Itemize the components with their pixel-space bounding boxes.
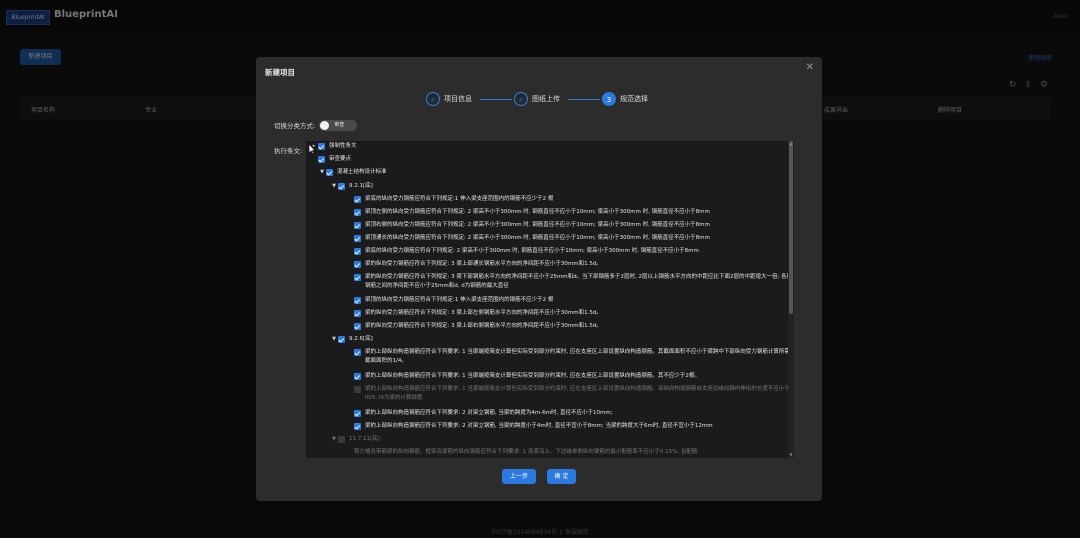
clause-item[interactable]: 梁顶通长的纵向受力钢筋应符合下列规定: 2 梁高不小于300mm 时, 钢筋直径… [354,234,710,243]
checkbox[interactable] [318,156,325,163]
step-project-info: ✓ 项目信息 [426,91,472,107]
tree-node[interactable]: ▼ 11.7.11[底] [330,435,380,444]
toggle-knob [320,120,330,130]
check-icon: ✓ [514,92,528,106]
step-standard-select: 3 规范选择 [602,91,648,107]
checkbox[interactable] [354,373,361,380]
clause-item[interactable]: 梁底的纵向受力钢筋应符合下列规定:1 伸入梁支座范围内的钢筋不应少于2 根 [354,195,553,204]
confirm-button[interactable]: 确 定 [547,469,576,484]
step-label: 规范选择 [620,95,648,103]
clause-text: 梁顶通长的纵向受力钢筋应符合下列规定: 2 梁高不小于300mm 时, 钢筋直径… [365,235,710,241]
node-label: 11.7.11[底] [349,436,380,442]
clause-text: 梁的纵向受力钢筋应符合下列规定: 3 梁上部左侧钢筋水平方向的净间距不应小于30… [365,310,602,316]
tree-node[interactable]: ▼ 9.2.1[底] [330,182,373,191]
clause-item[interactable]: 梁的上部纵向构造钢筋应符合下列要求: 1 当梁端按简支计算但实际受到部分约束时,… [354,348,794,366]
clause-text: 梁的上部纵向构造钢筋应符合下列要求: 1 当梁端按简支计算但实际受到部分约束时,… [365,373,700,379]
checkbox[interactable] [354,386,361,393]
checkbox[interactable] [338,336,345,343]
clause-item[interactable]: 梁的上部纵向构造钢筋应符合下列要求: 1 当梁端按简支计算但实际受到部分约束时,… [354,385,794,403]
checkbox[interactable] [338,436,345,443]
scrollbar[interactable] [788,141,794,458]
clause-item[interactable]: 梁的纵向受力钢筋应符合下列规定: 3 梁上部通长钢筋水平方向的净间距不应小于30… [354,260,602,269]
clause-text: 梁顶的纵向受力钢筋应符合下列规定:1 伸入梁支座范围内的钢筋不应少于2 根 [365,297,554,303]
checkbox[interactable] [354,222,361,229]
checkbox[interactable] [354,310,361,317]
previous-step-button[interactable]: 上一步 [502,469,536,484]
checkbox[interactable] [354,235,361,242]
checkbox[interactable] [354,349,361,356]
classification-toggle[interactable]: 审查 [319,119,358,131]
clause-text: 梁的上部纵向构造钢筋应符合下列要求: 1 当梁端按简支计算但实际受到部分约束时,… [365,349,790,364]
clause-item[interactable]: 梁的上部纵向构造钢筋应符合下列要求: 1 当梁端按简支计算但实际受到部分约束时,… [354,372,700,381]
clause-text: 梁的上部纵向构造钢筋应符合下列要求: 2 对架立钢筋, 当梁的跨度小于4m时, … [365,423,713,429]
tree-node[interactable]: 审查要点 [310,155,351,164]
clause-text: 梁的上部纵向构造钢筋应符合下列要求: 1 当梁端按简支计算但实际受到部分约束时,… [365,386,790,401]
checkbox[interactable] [326,169,333,176]
tree-node[interactable]: ▼ 9.2.6[底] [330,335,373,344]
checkbox[interactable] [354,274,361,281]
toggle-text: 审查 [334,121,345,128]
scroll-down-icon[interactable]: ▼ [788,452,794,458]
checkbox[interactable] [318,143,325,150]
clause-item[interactable]: 梁的上部纵向构造钢筋应符合下列要求: 2 对架立钢筋, 当梁的跨度小于4m时, … [354,422,713,431]
clause-item[interactable]: 梁顶左侧的纵向受力钢筋应符合下列规定: 2 梁高不小于300mm 时, 钢筋直径… [354,208,710,217]
checkbox[interactable] [354,423,361,430]
modal-title: 新建项目 [265,68,295,77]
checkbox[interactable] [354,323,361,330]
checkbox[interactable] [354,297,361,304]
exec-clauses-label: 执行条文: [274,147,303,155]
checkbox[interactable] [354,410,361,417]
checkbox[interactable] [354,209,361,216]
checkbox[interactable] [338,183,345,190]
node-label: 混凝土结构设计标准 [337,169,387,175]
node-label: 强制性条文 [329,143,357,149]
clause-text: 梁的纵向受力钢筋应符合下列规定: 3 梁下部钢筋水平方向的净间距不应小于25mm… [365,274,793,289]
clause-item[interactable]: 梁顶的纵向受力钢筋应符合下列规定:1 伸入梁支座范围内的钢筋不应少于2 根 [354,296,553,305]
clause-text: 梁的纵向受力钢筋应符合下列规定: 3 梁上部右侧钢筋水平方向的净间距不应小于30… [365,323,602,329]
step-label: 图纸上传 [532,95,560,103]
check-icon: ✓ [426,92,440,106]
node-label: 9.2.1[底] [349,183,373,189]
clause-tree[interactable]: ▸ 强制性条文 审查要点 ▼ 混凝土结构设计标准 ▼ 9.2.1[底] 梁底的纵向受力… [306,141,794,458]
stepper: ✓ 项目信息 ✓ 图纸上传 3 规范选择 [426,91,666,107]
clause-text: 梁的纵向受力钢筋应符合下列规定: 3 梁上部通长钢筋水平方向的净间距不应小于30… [365,261,602,267]
caret-down-icon[interactable]: ▼ [318,168,326,177]
close-icon[interactable]: ✕ [806,62,814,73]
clause-text: 剪力墙及带筋梁的纵向钢筋、框架及梁筋的纵向钢筋应符合下列要求: 1 连梁沿上、下… [354,449,698,455]
new-project-modal: 新建项目 ✕ ✓ 项目信息 ✓ 图纸上传 3 规范选择 切换分类方式: 审查 执… [256,57,822,501]
step-connector [480,99,512,100]
clause-item[interactable]: 梁底的纵向受力钢筋应符合下列规定: 2 梁高不小于300mm 时, 钢筋直径不应… [354,247,699,256]
tree-node[interactable]: ▸ 强制性条文 [310,142,357,151]
clause-text: 梁顶右侧的纵向受力钢筋应符合下列规定: 2 梁高不小于300mm 时, 钢筋直径… [365,222,710,228]
scroll-up-icon[interactable]: ▲ [788,141,794,147]
tree-node[interactable]: ▼ 混凝土结构设计标准 [318,168,387,177]
clause-item[interactable]: 梁的纵向受力钢筋应符合下列规定: 3 梁下部钢筋水平方向的净间距不应小于25mm… [354,273,794,291]
step-drawing-upload: ✓ 图纸上传 [514,91,560,107]
clause-text: 梁底的纵向受力钢筋应符合下列规定:1 伸入梁支座范围内的钢筋不应少于2 根 [365,196,554,202]
classification-switch-row: 切换分类方式: 审查 [274,119,358,131]
clause-text: 梁底的纵向受力钢筋应符合下列规定: 2 梁高不小于300mm 时, 钢筋直径不应… [365,248,699,254]
clause-item[interactable]: 梁的纵向受力钢筋应符合下列规定: 3 梁上部左侧钢筋水平方向的净间距不应小于30… [354,309,602,318]
checkbox[interactable] [354,261,361,268]
clause-item[interactable]: 剪力墙及带筋梁的纵向钢筋、框架及梁筋的纵向钢筋应符合下列要求: 1 连梁沿上、下… [354,448,697,457]
step-label: 项目信息 [444,95,472,103]
clause-item[interactable]: 梁的上部纵向构造钢筋应符合下列要求: 2 对架立钢筋, 当梁的跨度为4m-6m时… [354,409,613,418]
step-number: 3 [602,92,616,106]
mouse-pointer-icon [308,143,316,155]
scrollbar-thumb[interactable] [789,141,793,314]
caret-down-icon[interactable]: ▼ [330,335,338,344]
switch-label: 切换分类方式: [274,122,316,130]
clause-item[interactable]: 梁的纵向受力钢筋应符合下列规定: 3 梁上部右侧钢筋水平方向的净间距不应小于30… [354,322,602,331]
node-label: 9.2.6[底] [349,336,373,342]
caret-down-icon[interactable]: ▼ [330,435,338,444]
clause-item[interactable]: 梁顶右侧的纵向受力钢筋应符合下列规定: 2 梁高不小于300mm 时, 钢筋直径… [354,221,710,230]
clause-text: 梁的上部纵向构造钢筋应符合下列要求: 2 对架立钢筋, 当梁的跨度为4m-6m时… [365,410,613,416]
step-connector [568,99,600,100]
checkbox[interactable] [354,248,361,255]
clause-text: 梁顶左侧的纵向受力钢筋应符合下列规定: 2 梁高不小于300mm 时, 钢筋直径… [365,209,710,215]
checkbox[interactable] [354,196,361,203]
node-label: 审查要点 [329,156,352,162]
caret-down-icon[interactable]: ▼ [330,182,338,191]
